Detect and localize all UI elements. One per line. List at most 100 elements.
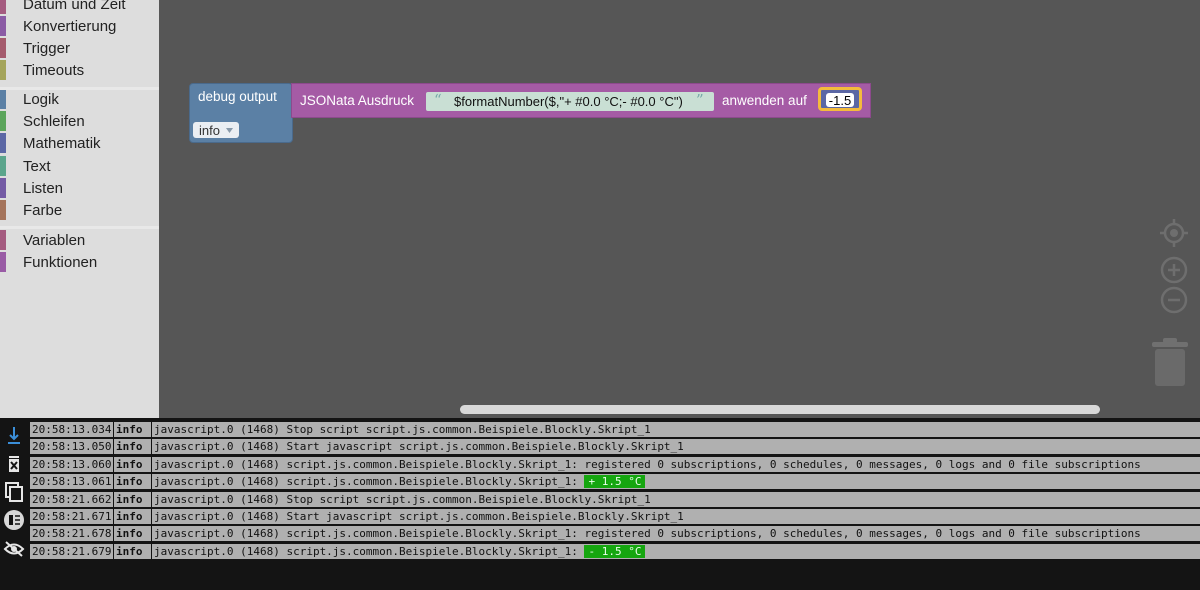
column-divider <box>151 508 152 524</box>
toolbox-category-farbe[interactable]: Farbe <box>0 199 159 221</box>
log-message-text: javascript.0 (1468) script.js.common.Bei… <box>154 527 1141 541</box>
log-message: javascript.0 (1468) Stop script script.j… <box>154 493 651 506</box>
log-row: 20:58:21.678 info javascript.0 (1468) scri… <box>30 526 1200 542</box>
toolbox-category-schleifen[interactable]: Schleifen <box>0 110 159 132</box>
zoom-in-icon[interactable] <box>1160 256 1188 284</box>
column-divider <box>113 422 114 437</box>
scroll-bottom-icon[interactable] <box>3 424 25 446</box>
log-message: javascript.0 (1468) script.js.common.Bei… <box>154 527 1141 540</box>
toolbox-category-listen[interactable]: Listen <box>0 177 159 199</box>
copy-icon[interactable] <box>3 481 25 503</box>
columns-icon[interactable] <box>3 509 25 531</box>
toolbox-category-trigger[interactable]: Trigger <box>0 37 159 59</box>
category-color-marker <box>0 16 6 36</box>
toolbox-category-logik[interactable]: Logik <box>0 88 159 110</box>
log-severity: info <box>116 457 143 471</box>
number-value-field[interactable]: -1.5 <box>826 93 854 108</box>
locate-icon[interactable] <box>1159 218 1189 248</box>
toolbox-category-label: Farbe <box>23 201 63 219</box>
toolbox-category-label: Variablen <box>23 231 86 249</box>
log-table: 20:58:13.034 info javascript.0 (1468) Stop… <box>30 422 1200 561</box>
log-message: javascript.0 (1468) Start javascript scr… <box>154 510 684 523</box>
log-row: 20:58:13.061 info javascript.0 (1468) scri… <box>30 474 1200 490</box>
log-toolbar <box>0 418 29 590</box>
toolbox-category-label: Konvertierung <box>23 17 117 35</box>
close-quote-icon: ” <box>696 91 704 109</box>
text-literal-block[interactable]: “ $formatNumber($,"+ #0.0 °C;- #0.0 °C")… <box>426 91 714 111</box>
log-message: javascript.0 (1468) script.js.common.Bei… <box>154 475 646 489</box>
toolbox-category-label: Mathematik <box>23 134 101 152</box>
column-divider <box>113 474 114 490</box>
toolbox-category-datum-und-zeit[interactable]: Datum und Zeit <box>0 0 159 15</box>
log-message-text: javascript.0 (1468) Start javascript scr… <box>154 440 684 454</box>
category-color-marker <box>0 133 6 153</box>
log-level-value: info <box>199 122 220 138</box>
log-row: 20:58:13.034 info javascript.0 (1468) Stop… <box>30 422 1200 437</box>
log-time: 20:58:13.061 <box>32 475 112 489</box>
category-color-marker <box>0 252 6 272</box>
toolbox-category-text[interactable]: Text <box>0 155 159 177</box>
jsonata-block-label: JSONata Ausdruck <box>300 93 415 108</box>
log-severity: info <box>116 544 143 558</box>
toolbox-category-timeouts[interactable]: Timeouts <box>0 59 159 81</box>
log-message-text: javascript.0 (1468) Start javascript scr… <box>154 509 684 523</box>
debug-output-block[interactable]: debug output info <box>189 83 293 143</box>
hide-icon[interactable] <box>3 538 25 560</box>
toolbox-separator <box>0 226 159 229</box>
log-time: 20:58:21.679 <box>32 544 112 558</box>
toolbox-category-label: Funktionen <box>23 253 98 271</box>
trash-icon[interactable] <box>1150 336 1190 388</box>
category-color-marker <box>0 178 6 198</box>
toolbox-category-mathematik[interactable]: Mathematik <box>0 132 159 154</box>
log-row: 20:58:13.050 info javascript.0 (1468) Star… <box>30 439 1200 455</box>
log-highlight-output: + 1.5 °C <box>584 475 646 489</box>
toolbox-category-label: Listen <box>23 179 64 197</box>
blockly-workspace[interactable]: debug output info JSONata Ausdruck “ $fo… <box>159 0 1200 418</box>
category-color-marker <box>0 38 6 58</box>
toolbox-category-label: Logik <box>23 90 59 108</box>
log-message-text: javascript.0 (1468) Stop script script.j… <box>154 423 651 436</box>
column-divider <box>113 491 114 507</box>
toolbox-category-variablen[interactable]: Variablen <box>0 229 159 251</box>
toolbox-category-label: Timeouts <box>23 61 85 79</box>
log-severity: info <box>116 509 143 523</box>
log-message: javascript.0 (1468) Stop script script.j… <box>154 423 651 436</box>
toolbox-category-funktionen[interactable]: Funktionen <box>0 251 159 273</box>
toolbox-category-label: Text <box>23 157 51 175</box>
toolbox-category-label: Trigger <box>23 39 70 57</box>
log-message: javascript.0 (1468) Start javascript scr… <box>154 440 684 453</box>
category-color-marker <box>0 60 6 80</box>
log-message-text: javascript.0 (1468) script.js.common.Bei… <box>154 475 585 489</box>
log-message-text: javascript.0 (1468) Stop script script.j… <box>154 492 651 506</box>
log-row: 20:58:21.662 info javascript.0 (1468) Stop… <box>30 491 1200 507</box>
category-color-marker <box>0 89 6 109</box>
column-divider <box>113 439 114 455</box>
column-divider <box>151 474 152 490</box>
chevron-down-icon <box>225 127 233 133</box>
column-divider <box>151 422 152 437</box>
toolbox-category-konvertierung[interactable]: Konvertierung <box>0 15 159 37</box>
blockly-toolbox: Datum und Zeit Konvertierung Trigger Timeou… <box>0 0 159 418</box>
log-time: 20:58:13.050 <box>32 440 112 454</box>
log-time: 20:58:21.662 <box>32 492 112 506</box>
workspace-horizontal-scrollbar[interactable] <box>460 405 1100 414</box>
log-severity: info <box>116 423 143 436</box>
category-color-marker <box>0 0 6 14</box>
debug-output-label: debug output <box>198 89 277 104</box>
log-row: 20:58:21.671 info javascript.0 (1468) Star… <box>30 508 1200 524</box>
column-divider <box>151 491 152 507</box>
clear-log-icon[interactable] <box>3 453 25 475</box>
log-message-text: javascript.0 (1468) script.js.common.Bei… <box>154 457 1141 471</box>
number-block[interactable]: -1.5 <box>818 87 862 111</box>
log-row: 20:58:13.060 info javascript.0 (1468) scri… <box>30 456 1200 472</box>
log-time: 20:58:13.034 <box>32 423 112 436</box>
log-level-dropdown[interactable]: info <box>193 122 239 138</box>
jsonata-expression-block[interactable]: JSONata Ausdruck “ $formatNumber($,"+ #0… <box>291 83 871 118</box>
log-message-text: javascript.0 (1468) script.js.common.Bei… <box>154 544 585 558</box>
log-time: 20:58:13.060 <box>32 457 112 471</box>
jsonata-expression-field[interactable]: $formatNumber($,"+ #0.0 °C;- #0.0 °C") <box>454 94 683 109</box>
log-severity: info <box>116 440 143 454</box>
column-divider <box>113 526 114 542</box>
zoom-out-icon[interactable] <box>1160 286 1188 314</box>
log-message: javascript.0 (1468) script.js.common.Bei… <box>154 544 646 558</box>
